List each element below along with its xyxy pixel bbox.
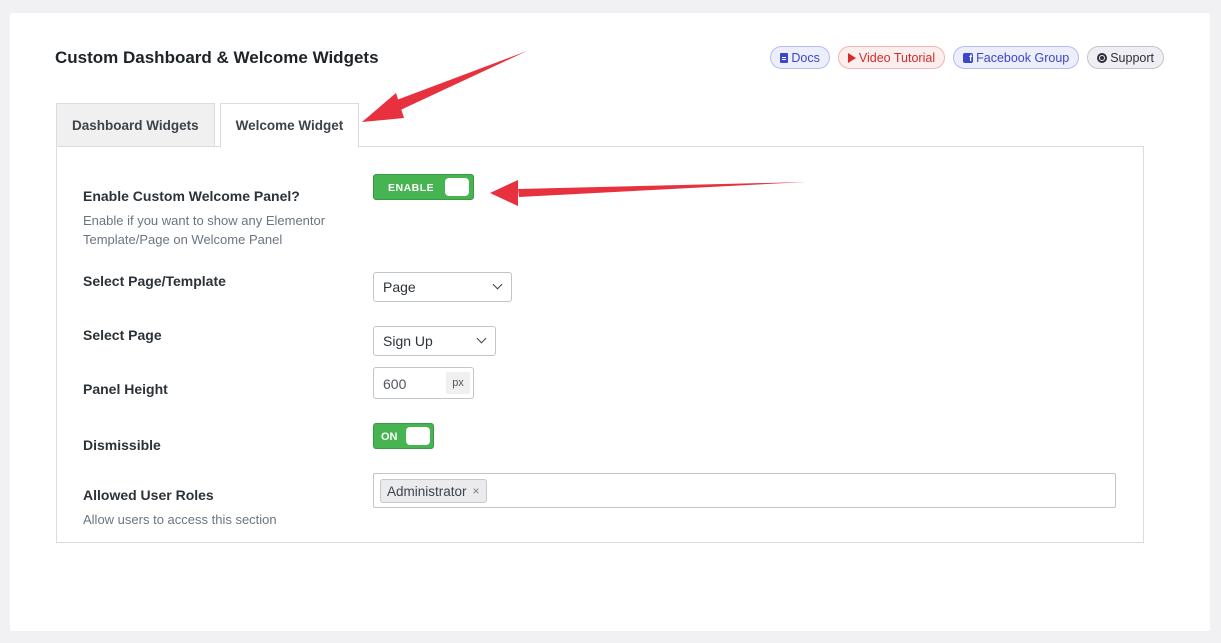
facebook-icon: f — [963, 52, 974, 63]
select-page-select[interactable]: Sign Up — [373, 326, 496, 356]
user-roles-label: Allowed User Roles — [83, 487, 214, 503]
docs-link[interactable]: Docs — [770, 46, 830, 69]
video-tutorial-link[interactable]: Video Tutorial — [837, 46, 946, 69]
chevron-down-icon — [492, 279, 503, 290]
chevron-down-icon — [476, 333, 487, 344]
facebook-group-link-label: Facebook Group — [976, 50, 1070, 65]
close-icon[interactable]: × — [473, 484, 480, 498]
select-page-value: Sign Up — [383, 333, 433, 349]
tab-dashboard-widgets[interactable]: Dashboard Widgets — [56, 103, 215, 147]
role-chip-administrator: Administrator × — [380, 479, 487, 503]
panel-height-unit: px — [446, 372, 470, 394]
header-links: Docs Video Tutorial f Facebook Group Sup… — [770, 46, 1164, 69]
enable-panel-label: Enable Custom Welcome Panel? — [83, 188, 300, 204]
support-link[interactable]: Support — [1087, 46, 1164, 69]
page-template-value: Page — [383, 279, 416, 295]
tab-welcome-widget[interactable]: Welcome Widget — [219, 103, 360, 148]
facebook-group-link[interactable]: f Facebook Group — [953, 46, 1080, 69]
dismissible-toggle-text: ON — [381, 431, 398, 443]
support-link-label: Support — [1110, 50, 1154, 65]
page-title: Custom Dashboard & Welcome Widgets — [55, 48, 379, 67]
user-roles-multiselect[interactable]: Administrator × — [373, 473, 1116, 508]
enable-panel-description: Enable if you want to show any Elementor… — [83, 213, 326, 247]
user-roles-description: Allow users to access this section — [83, 512, 277, 527]
play-icon — [847, 52, 856, 63]
role-chip-label: Administrator — [387, 483, 467, 499]
panel-height-label: Panel Height — [83, 381, 168, 397]
page-template-select[interactable]: Page — [373, 272, 512, 302]
document-icon — [780, 52, 789, 63]
dismissible-toggle[interactable]: ON — [373, 423, 434, 449]
enable-panel-toggle-text: ENABLE — [388, 182, 435, 194]
support-icon — [1097, 52, 1108, 63]
page-template-label: Select Page/Template — [83, 273, 226, 289]
video-tutorial-link-label: Video Tutorial — [858, 50, 936, 65]
enable-panel-toggle[interactable]: ENABLE — [373, 174, 474, 200]
panel-height-value: 600 — [383, 376, 407, 392]
select-page-label: Select Page — [83, 327, 162, 343]
toggle-knob — [445, 178, 469, 196]
panel-height-input[interactable]: 600 px — [373, 367, 474, 399]
docs-link-label: Docs — [791, 50, 820, 65]
dismissible-label: Dismissible — [83, 437, 161, 453]
toggle-knob — [406, 427, 430, 445]
tab-bar: Dashboard Widgets Welcome Widget — [56, 103, 360, 148]
